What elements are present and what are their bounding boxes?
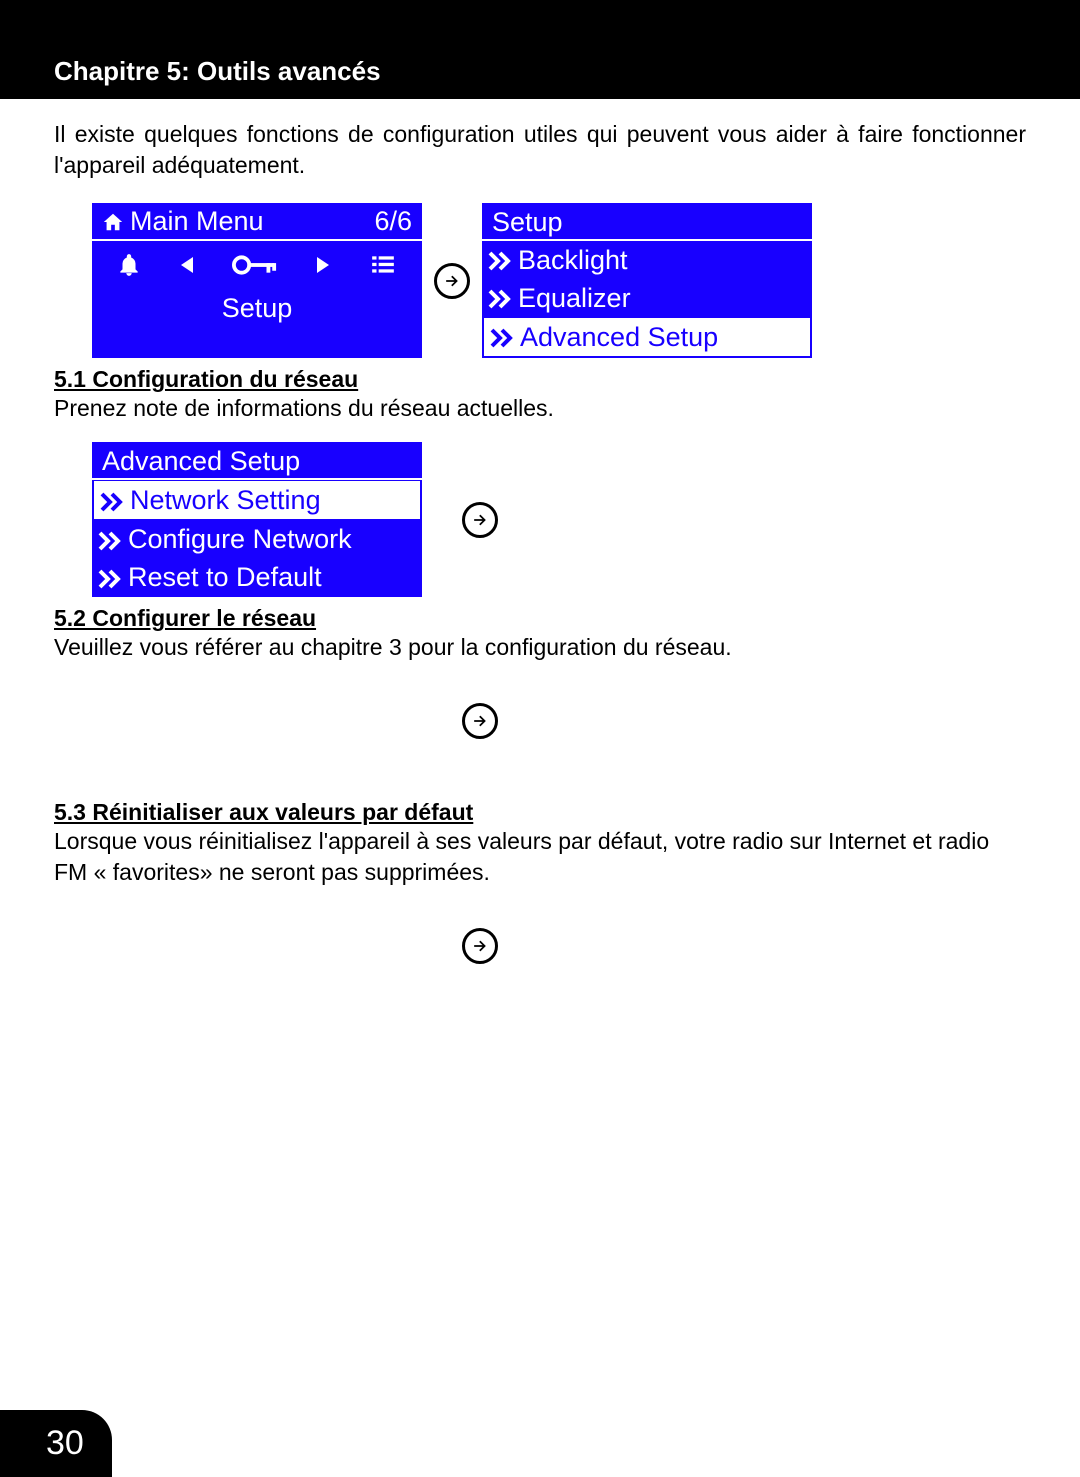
chapter-title: Chapitre 5: Outils avancés: [0, 44, 1080, 99]
bell-icon: [116, 250, 142, 280]
adv-item-configure-network: Configure Network: [92, 520, 422, 558]
play-triangle-icon: [311, 250, 335, 280]
arrow-right-icon: [462, 928, 498, 964]
list-icon: [368, 252, 398, 278]
setup-item-advanced: Advanced Setup: [484, 318, 810, 356]
adv-item-network-setting: Network Setting: [94, 481, 420, 519]
lcd-main-title-text: Main Menu: [130, 206, 264, 236]
lcd-icon-strip: [92, 241, 422, 289]
section-5-2-text: Veuillez vous référer au chapitre 3 pour…: [54, 632, 1026, 663]
menu-row-2: Advanced Setup Network Setting Configure…: [54, 442, 1026, 597]
chevron-icon: [100, 485, 128, 516]
chevron-icon: [488, 283, 516, 314]
lcd-setup-title: Setup: [482, 203, 812, 241]
adv-item-label: Configure Network: [128, 524, 352, 555]
section-5-1-text: Prenez note de informations du réseau ac…: [54, 393, 1026, 424]
arrow-right-icon: [434, 263, 470, 299]
lcd-setup-menu: Setup Backlight Equalizer Advanced Setup: [482, 203, 812, 358]
lcd-main-counter: 6/6: [374, 206, 412, 237]
chevron-icon: [490, 322, 518, 353]
lcd-main-selected: Setup: [92, 289, 422, 327]
chevron-icon: [488, 245, 516, 276]
setup-item-label: Advanced Setup: [520, 322, 718, 353]
lcd-main-title-row: Main Menu 6/6: [92, 203, 422, 241]
setup-item-backlight: Backlight: [482, 241, 812, 279]
adv-item-reset-default: Reset to Default: [92, 558, 422, 596]
chevron-icon: [98, 562, 126, 593]
chevron-icon: [98, 524, 126, 555]
key-icon: [232, 253, 278, 277]
section-5-3-heading: 5.3 Réinitialiser aux valeurs par défaut: [54, 799, 1026, 826]
home-icon: [102, 211, 124, 233]
section-5-2-heading: 5.2 Configurer le réseau: [54, 605, 1026, 632]
section-5-1-heading: 5.1 Configuration du réseau: [54, 366, 1026, 393]
lcd-main-title: Main Menu: [102, 206, 264, 237]
setup-item-label: Backlight: [518, 245, 628, 276]
setup-item-equalizer: Equalizer: [482, 279, 812, 317]
arrow-right-icon: [462, 502, 498, 538]
adv-item-label: Reset to Default: [128, 562, 322, 593]
arrow-right-icon: [462, 703, 498, 739]
section-5-3-text: Lorsque vous réinitialisez l'appareil à …: [54, 826, 1026, 888]
page-number: 30: [0, 1410, 112, 1477]
top-bar: [0, 0, 1080, 44]
adv-item-label: Network Setting: [130, 485, 321, 516]
lcd-advanced-title: Advanced Setup: [92, 442, 422, 480]
intro-paragraph: Il existe quelques fonctions de configur…: [54, 119, 1026, 181]
lcd-main-menu: Main Menu 6/6 Setup: [92, 203, 422, 358]
lcd-advanced-menu: Advanced Setup Network Setting Configure…: [92, 442, 422, 597]
setup-item-label: Equalizer: [518, 283, 631, 314]
back-triangle-icon: [175, 250, 199, 280]
menu-row-1: Main Menu 6/6 Setup Setup Backlight: [54, 203, 1026, 358]
